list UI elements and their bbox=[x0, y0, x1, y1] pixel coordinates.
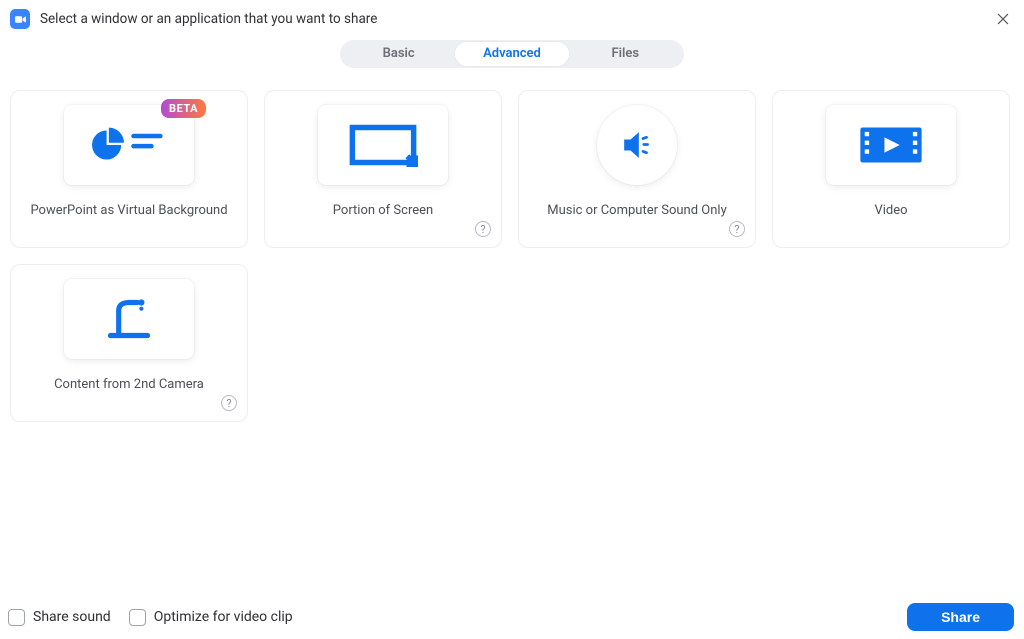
option-thumb bbox=[597, 105, 677, 185]
optimize-video-clip-checkbox[interactable]: Optimize for video clip bbox=[129, 609, 293, 626]
window-title: Select a window or an application that y… bbox=[40, 11, 992, 27]
option-ppt-virtual-background[interactable]: BETA PowerPoint as Virtual Background bbox=[10, 90, 248, 248]
option-label: Music or Computer Sound Only bbox=[547, 203, 726, 218]
tab-advanced[interactable]: Advanced bbox=[455, 42, 568, 66]
help-icon[interactable]: ? bbox=[475, 221, 491, 237]
option-label: PowerPoint as Virtual Background bbox=[30, 203, 227, 218]
footer-bar: Share sound Optimize for video clip Shar… bbox=[0, 595, 1024, 639]
option-second-camera[interactable]: Content from 2nd Camera ? bbox=[10, 264, 248, 422]
help-icon[interactable]: ? bbox=[729, 221, 745, 237]
checkbox-icon bbox=[129, 609, 146, 626]
option-thumb bbox=[64, 279, 194, 359]
tab-basic[interactable]: Basic bbox=[342, 42, 455, 66]
speaker-icon bbox=[615, 123, 659, 167]
share-sound-checkbox[interactable]: Share sound bbox=[8, 609, 111, 626]
option-thumb bbox=[318, 105, 448, 185]
checkbox-icon bbox=[8, 609, 25, 626]
tabs: Basic Advanced Files bbox=[340, 40, 684, 68]
window-header: Select a window or an application that y… bbox=[0, 0, 1024, 36]
tab-files[interactable]: Files bbox=[569, 42, 682, 66]
share-options-grid: BETA PowerPoint as Virtual Background Po… bbox=[0, 78, 1024, 422]
close-button[interactable] bbox=[992, 8, 1014, 30]
tabs-container: Basic Advanced Files bbox=[0, 36, 1024, 78]
share-button[interactable]: Share bbox=[907, 603, 1014, 631]
option-label: Content from 2nd Camera bbox=[54, 377, 204, 392]
presentation-icon bbox=[84, 117, 174, 173]
checkbox-label: Share sound bbox=[33, 609, 111, 625]
option-thumb bbox=[826, 105, 956, 185]
option-label: Video bbox=[874, 203, 907, 218]
option-label: Portion of Screen bbox=[333, 203, 433, 218]
beta-badge: BETA bbox=[161, 99, 206, 118]
close-icon bbox=[996, 12, 1010, 26]
option-computer-sound-only[interactable]: Music or Computer Sound Only ? bbox=[518, 90, 756, 248]
checkbox-label: Optimize for video clip bbox=[154, 609, 293, 625]
document-camera-icon bbox=[96, 294, 162, 344]
help-icon[interactable]: ? bbox=[221, 395, 237, 411]
zoom-app-icon bbox=[10, 9, 30, 29]
option-thumb: BETA bbox=[64, 105, 194, 185]
screen-portion-icon bbox=[348, 123, 418, 167]
option-video[interactable]: Video bbox=[772, 90, 1010, 248]
video-film-icon bbox=[856, 123, 926, 167]
option-portion-of-screen[interactable]: Portion of Screen ? bbox=[264, 90, 502, 248]
